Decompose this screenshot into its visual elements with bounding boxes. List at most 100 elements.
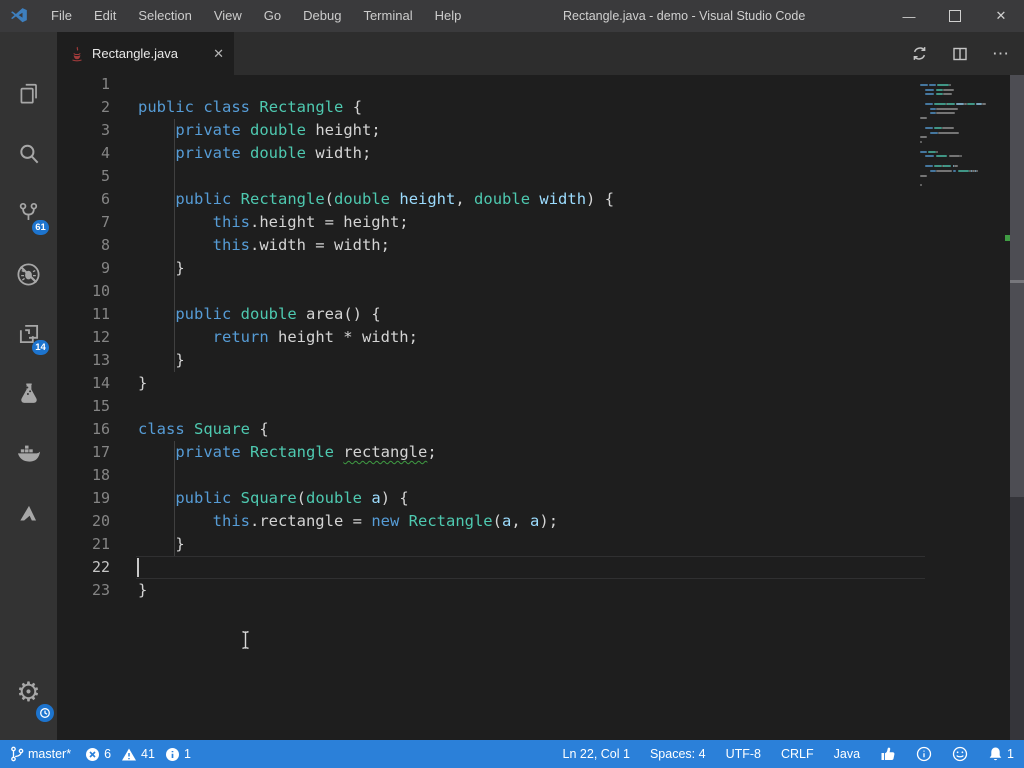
close-button[interactable]: ✕	[978, 0, 1024, 32]
gear-icon: ⚙	[16, 679, 40, 706]
code-line[interactable]: 1	[57, 75, 1024, 96]
scrollbar-slider[interactable]	[1010, 75, 1024, 497]
minimap-line	[930, 170, 935, 172]
more-actions-icon[interactable]: ⋯	[992, 44, 1010, 64]
menu-edit[interactable]: Edit	[83, 0, 127, 32]
minimap-line	[920, 141, 922, 143]
cursor-position[interactable]: Ln 22, Col 1	[563, 747, 630, 761]
tab-close-icon[interactable]: ✕	[213, 46, 224, 62]
code-text: class Square {	[138, 418, 269, 441]
code-line[interactable]: 23}	[57, 579, 1024, 602]
line-number: 10	[57, 280, 110, 303]
sidebar-item-explorer[interactable]	[0, 64, 57, 124]
editor[interactable]: 12public class Rectangle {3 private doub…	[57, 75, 1024, 740]
code-line[interactable]: 2public class Rectangle {	[57, 96, 1024, 119]
code-line[interactable]: 5	[57, 165, 1024, 188]
split-editor-icon[interactable]	[952, 46, 968, 62]
menu-debug[interactable]: Debug	[292, 0, 352, 32]
settings-gear-button[interactable]: ⚙	[0, 662, 57, 722]
sidebar-item-source-control[interactable]: 61	[0, 184, 57, 244]
code-line[interactable]: 15	[57, 395, 1024, 418]
line-number: 20	[57, 510, 110, 533]
minimap-line	[936, 108, 958, 110]
code-line[interactable]: 20 this.rectangle = new Rectangle(a, a);	[57, 510, 1024, 533]
warning-count: 41	[141, 747, 155, 761]
code-line[interactable]: 8 this.width = width;	[57, 234, 1024, 257]
tab-rectangle-java[interactable]: Rectangle.java ✕	[57, 32, 234, 75]
title-bar: FileEditSelectionViewGoDebugTerminalHelp…	[0, 0, 1024, 32]
beaker-icon	[16, 381, 42, 407]
line-number: 9	[57, 257, 110, 280]
line-number: 16	[57, 418, 110, 441]
menu-help[interactable]: Help	[424, 0, 473, 32]
info-button[interactable]	[916, 746, 932, 762]
code-line[interactable]: 7 this.height = height;	[57, 211, 1024, 234]
code-line[interactable]: 16 class Square {	[57, 418, 1024, 441]
window-title: Rectangle.java - demo - Visual Studio Co…	[563, 0, 805, 32]
minimap-line	[936, 89, 944, 91]
feedback-button[interactable]	[880, 746, 896, 762]
minimap-line	[934, 165, 942, 167]
menu-file[interactable]: File	[40, 0, 83, 32]
minimap-line	[920, 175, 927, 177]
line-number: 19	[57, 487, 110, 510]
tab-bar: Rectangle.java ✕ ⋯	[57, 32, 1024, 75]
minimap-line	[937, 84, 949, 86]
code-text: }	[138, 257, 185, 280]
language-indicator[interactable]: Java	[834, 747, 860, 761]
line-number: 17	[57, 441, 110, 464]
code-line[interactable]: 6 public Rectangle(double height, double…	[57, 188, 1024, 211]
minimap-line	[936, 170, 953, 172]
menu-go[interactable]: Go	[253, 0, 292, 32]
line-number: 18	[57, 464, 110, 487]
eol-indicator[interactable]: CRLF	[781, 747, 814, 761]
code-line[interactable]: 17 private Rectangle rectangle;	[57, 441, 1024, 464]
menu-view[interactable]: View	[203, 0, 253, 32]
minimize-button[interactable]: —	[886, 0, 932, 32]
maximize-button[interactable]	[932, 0, 978, 32]
menu-terminal[interactable]: Terminal	[352, 0, 423, 32]
code-line[interactable]: 21 }	[57, 533, 1024, 556]
window-controls: — ✕	[886, 0, 1024, 32]
sync-icon[interactable]	[911, 45, 928, 62]
line-number: 5	[57, 165, 110, 188]
branch-indicator[interactable]: master*	[10, 746, 71, 762]
code-line[interactable]: 10	[57, 280, 1024, 303]
code-line[interactable]: 11 public double area() {	[57, 303, 1024, 326]
sidebar-item-debug[interactable]	[0, 244, 57, 304]
sidebar-item-docker[interactable]	[0, 424, 57, 484]
vertical-scrollbar[interactable]	[1010, 75, 1024, 740]
minimap-line	[925, 165, 933, 167]
sidebar-item-test[interactable]	[0, 364, 57, 424]
line-number: 6	[57, 188, 110, 211]
code-line[interactable]: 3 private double height;	[57, 119, 1024, 142]
feedback-smiley-button[interactable]	[952, 746, 968, 762]
minimap-line	[936, 151, 939, 153]
current-line-highlight	[136, 556, 925, 579]
indentation-indicator[interactable]: Spaces: 4	[650, 747, 706, 761]
code-line[interactable]: 9 }	[57, 257, 1024, 280]
code-line[interactable]: 4 private double width;	[57, 142, 1024, 165]
code-line[interactable]: 18	[57, 464, 1024, 487]
code-line[interactable]: 14}	[57, 372, 1024, 395]
overview-ruler-cursor-mark	[1010, 280, 1024, 283]
problems-indicator[interactable]: 6 41 1	[85, 747, 191, 762]
minimap-line	[925, 127, 933, 129]
code-line[interactable]: 19 public Square(double a) {	[57, 487, 1024, 510]
git-branch-icon	[10, 746, 24, 762]
code-line[interactable]: 13 }	[57, 349, 1024, 372]
code-line[interactable]: 12 return height * width;	[57, 326, 1024, 349]
minimap-line	[942, 127, 954, 129]
minimap-line	[929, 84, 936, 86]
tab-label: Rectangle.java	[92, 46, 207, 61]
sidebar-item-extensions[interactable]: 14	[0, 304, 57, 364]
code-text: private double width;	[138, 142, 371, 165]
menu-selection[interactable]: Selection	[127, 0, 202, 32]
minimap-line	[967, 103, 975, 105]
encoding-indicator[interactable]: UTF-8	[726, 747, 761, 761]
sidebar-item-search[interactable]	[0, 124, 57, 184]
sidebar-item-azure[interactable]	[0, 484, 57, 544]
minimap-line	[934, 103, 946, 105]
notifications-bell[interactable]: 1	[988, 746, 1014, 762]
indent-guide	[174, 441, 175, 556]
